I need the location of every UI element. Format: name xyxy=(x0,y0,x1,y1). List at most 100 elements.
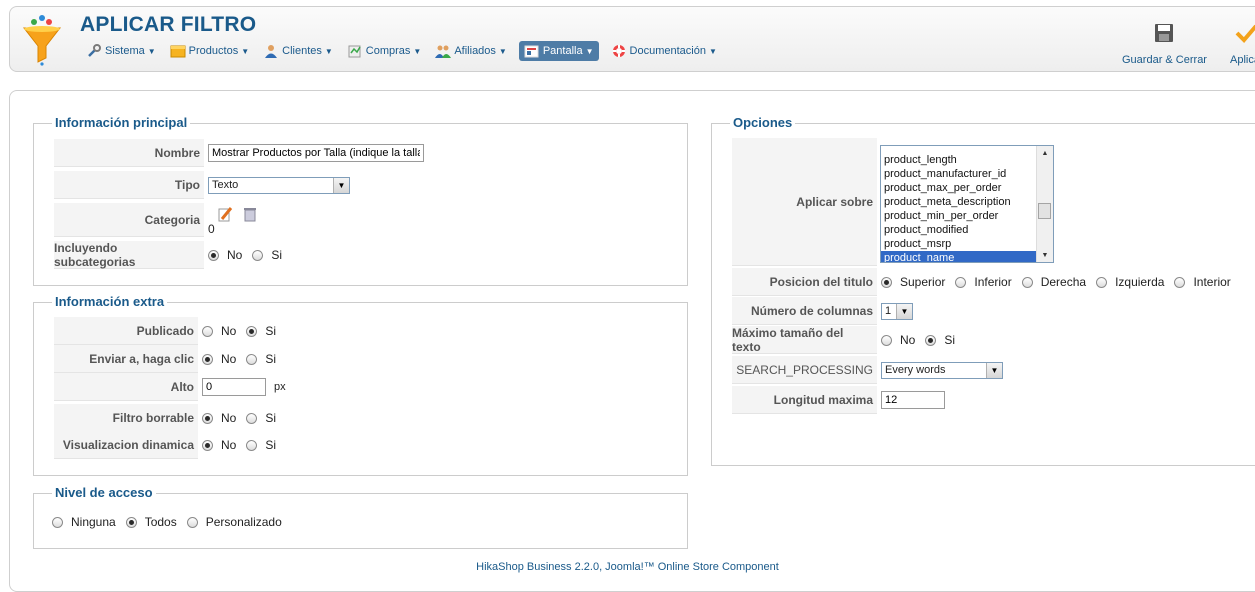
posicion-inferior-radio[interactable] xyxy=(955,276,967,288)
posicion-izquierda-radio[interactable] xyxy=(1096,276,1108,288)
posicion-izquierda-label: Izquierda xyxy=(1115,275,1165,289)
posicion-interior-radio[interactable] xyxy=(1174,276,1186,288)
label-maximo: Máximo tamaño del texto xyxy=(732,326,877,354)
scroll-thumb[interactable] xyxy=(1038,203,1051,219)
enviar-no-radio[interactable] xyxy=(202,353,213,365)
dinamica-si-radio[interactable] xyxy=(246,439,258,451)
edit-pencil-icon[interactable] xyxy=(217,206,233,222)
dinamica-si-label: Si xyxy=(265,438,277,452)
list-item[interactable]: product_msrp xyxy=(881,237,1036,251)
list-item[interactable]: product_min_per_order xyxy=(881,209,1036,223)
menu-compras[interactable]: Compras ▼ xyxy=(345,41,424,61)
list-item[interactable]: product_manufacturer_id xyxy=(881,167,1036,181)
posicion-derecha-radio[interactable] xyxy=(1021,276,1033,288)
menu-documentacion-label: Documentación xyxy=(629,45,706,57)
columnas-select[interactable]: 1 ▼ xyxy=(881,302,913,320)
borrable-si-label: Si xyxy=(265,411,277,425)
search-processing-select[interactable]: Every words ▼ xyxy=(881,361,1003,379)
menu-clientes[interactable]: Clientes ▼ xyxy=(261,41,335,61)
apply-button[interactable]: Aplicar xyxy=(1230,21,1255,66)
row-aplicar-sobre: Aplicar sobre xyxy=(732,138,877,266)
nombre-input[interactable] xyxy=(208,144,424,162)
menu-productos-label: Productos xyxy=(188,45,239,57)
tipo-select[interactable]: Texto ▼ xyxy=(208,176,350,194)
menu-documentacion[interactable]: Documentación ▼ xyxy=(609,41,719,61)
list-item[interactable]: product_max_per_order xyxy=(881,181,1036,195)
dinamica-no-radio[interactable] xyxy=(202,439,213,451)
chevron-down-icon: ▼ xyxy=(585,46,594,56)
menu-pantalla[interactable]: Pantalla ▼ xyxy=(518,41,599,61)
menu-sistema[interactable]: Sistema ▼ xyxy=(84,41,158,61)
acceso-personalizado-label: Personalizado xyxy=(205,515,282,529)
enviar-si-radio[interactable] xyxy=(246,353,258,365)
main-panel: Información principal Nombre Tipo Texto ▼… xyxy=(9,90,1255,592)
row-columnas: Número de columnas 1 ▼ xyxy=(732,297,913,325)
row-nivel-acceso: Ninguna Todos Personalizado xyxy=(52,508,292,536)
publicado-si-radio[interactable] xyxy=(246,325,258,337)
fieldset-nivel-acceso: Nivel de acceso Ninguna Todos Personaliz… xyxy=(33,485,688,549)
tipo-select-value: Texto xyxy=(212,179,239,191)
subcat-si-radio[interactable] xyxy=(252,249,264,261)
label-aplicar-sobre: Aplicar sobre xyxy=(732,138,877,266)
fieldset-info-principal: Información principal Nombre Tipo Texto ▼… xyxy=(33,115,688,286)
label-posicion: Posicion del titulo xyxy=(732,268,877,296)
chevron-down-icon: ▼ xyxy=(147,46,156,56)
wrench-icon xyxy=(86,43,102,59)
row-tipo: Tipo Texto ▼ xyxy=(54,171,350,199)
list-item[interactable]: product_name xyxy=(881,251,1036,262)
fieldset-opciones: Opciones Aplicar sobre product_length pro… xyxy=(711,115,1255,466)
enviar-no-label: No xyxy=(221,352,237,366)
scroll-up-icon[interactable]: ▲ xyxy=(1037,146,1053,160)
borrable-no-radio[interactable] xyxy=(202,412,213,424)
dropdown-arrow-icon: ▼ xyxy=(333,177,349,193)
acceso-ninguna-radio[interactable] xyxy=(52,516,63,528)
posicion-derecha-label: Derecha xyxy=(1040,275,1087,289)
listbox-scrollbar[interactable]: ▲ ▼ xyxy=(1036,146,1053,262)
list-item[interactable]: product_length xyxy=(881,153,1036,167)
search-processing-value: Every words xyxy=(885,364,946,376)
row-alto: Alto px xyxy=(54,373,286,401)
label-tipo: Tipo xyxy=(54,171,204,199)
chevron-down-icon: ▼ xyxy=(413,46,422,56)
maximo-no-radio[interactable] xyxy=(881,334,892,346)
label-dinamica: Visualizacion dinamica xyxy=(54,431,198,459)
save-close-label: Guardar & Cerrar xyxy=(1122,54,1207,66)
label-publicado: Publicado xyxy=(54,317,198,345)
menu-pantalla-label: Pantalla xyxy=(542,45,583,57)
chevron-down-icon: ▼ xyxy=(324,46,333,56)
apply-label: Aplicar xyxy=(1230,54,1255,66)
save-close-button[interactable]: Guardar & Cerrar xyxy=(1122,21,1207,66)
subcat-no-radio[interactable] xyxy=(208,249,219,261)
acceso-todos-radio[interactable] xyxy=(125,516,137,528)
scroll-down-icon[interactable]: ▼ xyxy=(1037,248,1053,262)
publicado-no-radio[interactable] xyxy=(202,325,213,337)
aplicar-sobre-listbox[interactable]: product_length product_manufacturer_id pro… xyxy=(880,145,1054,263)
columnas-select-value: 1 xyxy=(885,305,892,317)
longitud-input[interactable] xyxy=(881,391,945,409)
dropdown-arrow-icon: ▼ xyxy=(986,362,1002,378)
row-dinamica: Visualizacion dinamica No Si xyxy=(54,431,286,459)
legend-nivel-acceso: Nivel de acceso xyxy=(52,485,156,500)
chevron-down-icon: ▼ xyxy=(498,46,507,56)
row-search-processing: SEARCH_PROCESSING Every words ▼ xyxy=(732,356,1003,384)
header-toolbar: APLICAR FILTRO Sistema ▼ Productos ▼ Clien… xyxy=(9,6,1255,72)
alto-input[interactable] xyxy=(202,378,266,396)
trash-icon[interactable] xyxy=(243,206,257,222)
row-nombre: Nombre xyxy=(54,139,424,167)
list-item[interactable]: product_modified xyxy=(881,223,1036,237)
list-item[interactable]: product_meta_description xyxy=(881,195,1036,209)
borrable-si-radio[interactable] xyxy=(246,412,258,424)
menu-afiliados[interactable]: Afiliados ▼ xyxy=(433,41,509,61)
posicion-superior-radio[interactable] xyxy=(881,276,892,288)
box-icon xyxy=(170,43,186,59)
acceso-personalizado-radio[interactable] xyxy=(186,516,198,528)
footer-text: HikaShop Business 2.2.0, Joomla!™ Online… xyxy=(476,561,779,573)
borrable-no-label: No xyxy=(221,411,237,425)
maximo-si-radio[interactable] xyxy=(925,334,937,346)
publicado-si-label: Si xyxy=(265,324,277,338)
checkmark-icon xyxy=(1235,24,1255,43)
posicion-interior-label: Interior xyxy=(1193,275,1231,289)
menu-afiliados-label: Afiliados xyxy=(454,45,496,57)
menu-productos[interactable]: Productos ▼ xyxy=(168,41,251,61)
posicion-inferior-label: Inferior xyxy=(974,275,1012,289)
